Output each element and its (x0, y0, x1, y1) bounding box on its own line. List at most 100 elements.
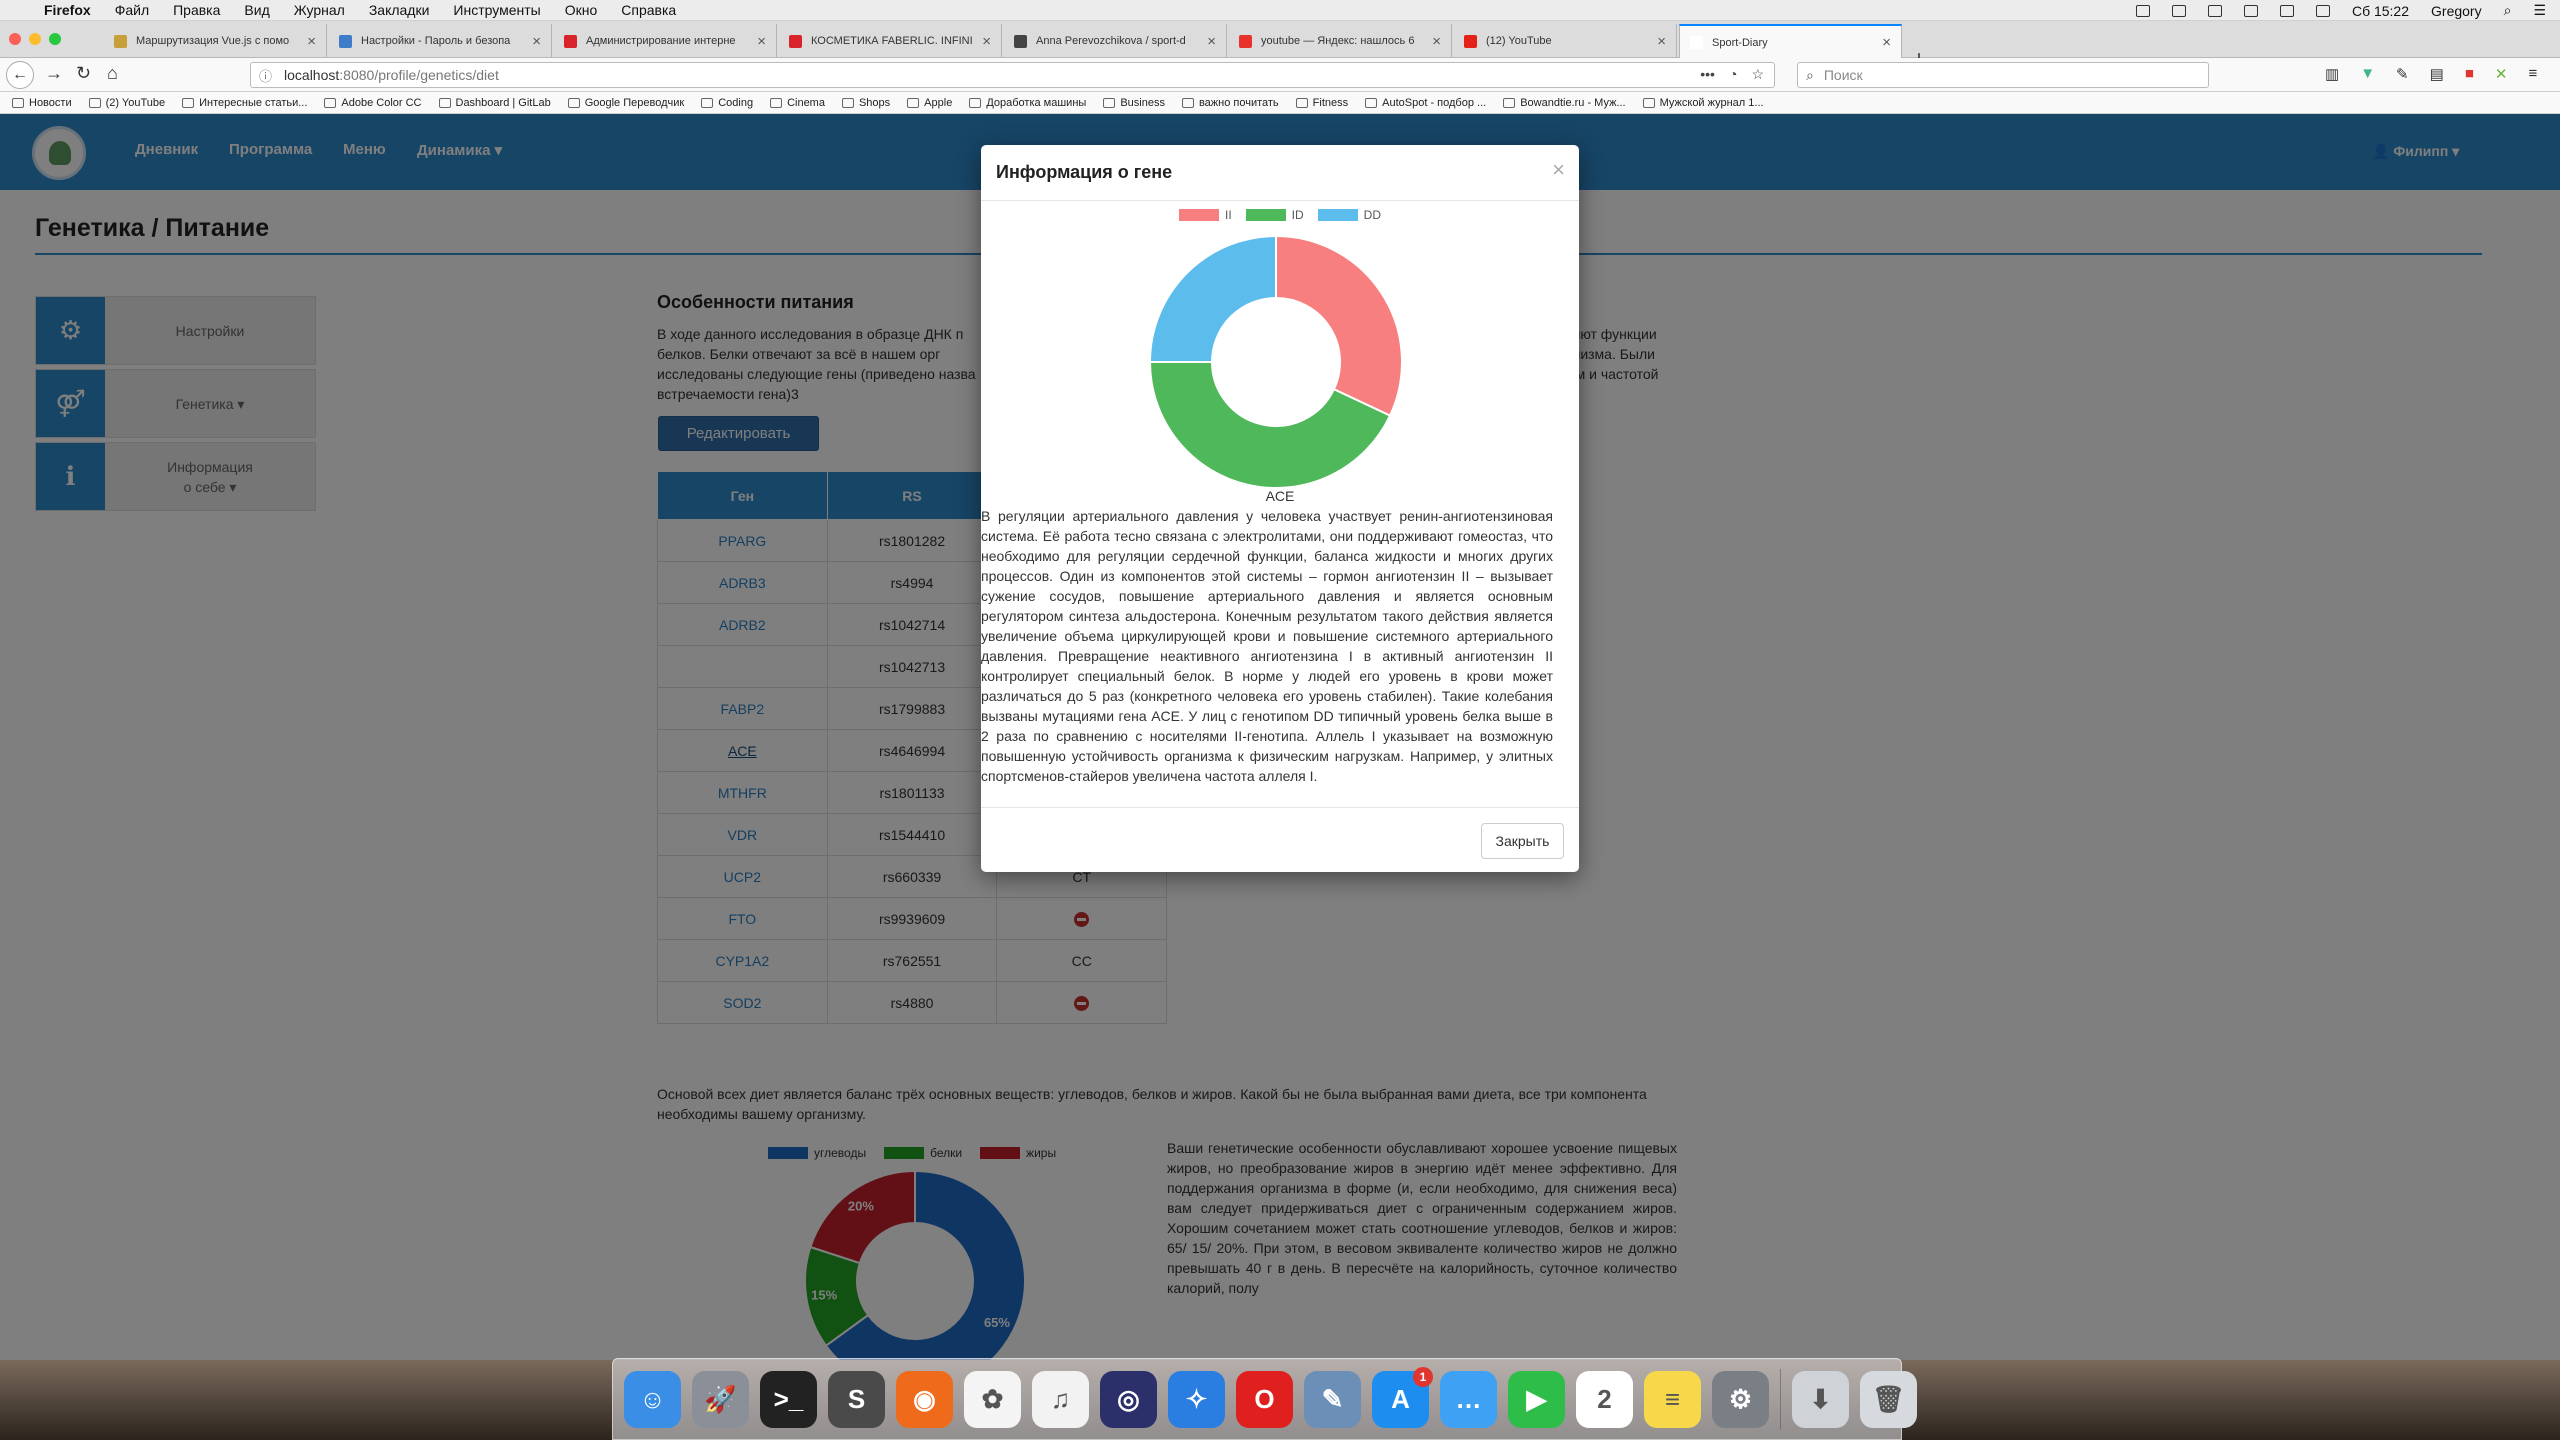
menu-bookmarks[interactable]: Закладки (369, 2, 430, 18)
forward-button[interactable]: → (45, 63, 63, 84)
terminal-icon[interactable]: >_ (760, 1370, 817, 1428)
notification-center-icon[interactable]: ☰ (2533, 2, 2546, 19)
overflow-menu-icon[interactable]: ≡ (2528, 65, 2537, 83)
menubar-clock[interactable]: Сб 15:22 (2352, 3, 2409, 19)
menu-view[interactable]: Вид (244, 2, 269, 18)
bookmark-item[interactable]: Dashboard | GitLab (438, 97, 551, 109)
bookmark-item[interactable]: AutoSpot - подбор ... (1365, 97, 1486, 109)
library-icon[interactable]: ▥ (2325, 65, 2339, 83)
bookmark-item[interactable]: Apple (907, 97, 952, 109)
menu-help[interactable]: Справка (621, 2, 676, 18)
siri-icon[interactable]: ◎ (1100, 1370, 1157, 1428)
battery-icon[interactable] (2315, 4, 2330, 17)
finder-icon[interactable]: ☺ (624, 1370, 681, 1428)
bookmark-item[interactable]: Business (1103, 97, 1165, 109)
messages-icon[interactable]: … (1440, 1370, 1497, 1428)
url-bar[interactable]: ⓘ localhost:8080/profile/genetics/diet •… (250, 62, 1775, 88)
tab-close-icon[interactable]: × (757, 33, 766, 50)
back-button[interactable]: ← (6, 61, 34, 89)
bookmark-item[interactable]: Интересные статьи... (182, 97, 307, 109)
volume-icon[interactable] (2279, 4, 2294, 17)
menu-history[interactable]: Журнал (294, 2, 345, 18)
tab-close-icon[interactable]: × (982, 33, 991, 50)
bookmark-item[interactable]: (2) YouTube (88, 97, 165, 109)
menubar-user[interactable]: Gregory (2431, 3, 2482, 19)
donut-slice-II[interactable] (1275, 234, 1403, 417)
bookmark-item[interactable]: Google Переводчик (567, 97, 684, 109)
folder-icon (1503, 97, 1516, 108)
notes-icon[interactable]: ≡ (1644, 1370, 1701, 1428)
extension-icon[interactable]: ✕ (2495, 65, 2508, 83)
donut-slice-DD[interactable] (1148, 234, 1277, 363)
tab-close-icon[interactable]: × (532, 33, 541, 50)
browser-tab[interactable]: Маршрутизация Vue.js с помо × (104, 24, 327, 58)
bookmark-item[interactable]: Coding (701, 97, 753, 109)
bookmark-item[interactable]: Bowandtie.ru - Муж... (1503, 97, 1626, 109)
vue-devtools-icon[interactable]: ▼ (2360, 65, 2375, 83)
browser-tab[interactable]: (12) YouTube × (1454, 24, 1677, 58)
preview-icon[interactable]: ✎ (1304, 1370, 1361, 1428)
page-actions-icon[interactable]: ••• (1700, 66, 1715, 83)
app-store-icon[interactable]: A1 (1372, 1366, 1433, 1428)
downloads-icon[interactable]: ⬇ (1792, 1370, 1849, 1428)
browser-tab[interactable]: Sport-Diary × (1679, 24, 1902, 59)
browser-tab[interactable]: Anna Perevozchikova / sport-d × (1004, 24, 1227, 58)
launchpad-icon[interactable]: 🚀 (692, 1370, 749, 1428)
legend-item[interactable]: DD (1317, 208, 1381, 222)
bookmark-item[interactable]: Cinema (770, 97, 825, 109)
status-icon[interactable] (2135, 4, 2150, 17)
trash-icon[interactable]: 🗑 (1860, 1370, 1917, 1428)
spotlight-icon[interactable]: ⌕ (2504, 2, 2512, 19)
menu-window[interactable]: Окно (565, 2, 598, 18)
browser-tab[interactable]: Настройки - Пароль и безопа × (329, 24, 552, 58)
status-icon[interactable] (2171, 4, 2186, 17)
sidebar-icon[interactable]: ▤ (2430, 65, 2444, 83)
close-button[interactable]: Закрыть (1481, 823, 1564, 859)
tab-close-icon[interactable]: × (1432, 33, 1441, 50)
close-icon[interactable]: × (1552, 157, 1565, 183)
search-bar[interactable]: ⌕ Поиск (1797, 62, 2209, 88)
sublime-text-icon[interactable]: S (828, 1370, 885, 1428)
music-icon[interactable]: ♫ (1032, 1370, 1089, 1428)
firefox-icon[interactable]: ◉ (896, 1370, 953, 1428)
bookmark-star-icon[interactable]: ☆ (1751, 66, 1764, 83)
bookmark-item[interactable]: Fitness (1295, 97, 1348, 109)
wifi-icon[interactable] (2243, 4, 2258, 17)
bookmark-item[interactable]: Adobe Color CC (324, 97, 422, 109)
tab-close-icon[interactable]: × (1882, 34, 1891, 51)
eyedropper-icon[interactable]: ✎ (2396, 65, 2409, 83)
tab-close-icon[interactable]: × (1207, 33, 1216, 50)
bookmark-item[interactable]: Новости (12, 97, 72, 109)
legend-item[interactable]: ID (1245, 208, 1304, 222)
page-info-icon[interactable]: ⓘ (259, 66, 272, 85)
reload-button[interactable]: ↻ (76, 63, 91, 84)
url-path: :8080/profile/genetics/diet (339, 67, 499, 83)
extension-icon[interactable]: ■ (2465, 65, 2474, 83)
bookmark-item[interactable]: Доработка машины (969, 97, 1086, 109)
window-close-icon[interactable] (9, 33, 21, 45)
bookmark-item[interactable]: Мужской журнал 1... (1642, 97, 1764, 109)
calendar-icon[interactable]: 2 (1576, 1370, 1633, 1428)
photos-icon[interactable]: ✿ (964, 1370, 1021, 1428)
tab-close-icon[interactable]: × (307, 33, 316, 50)
window-zoom-icon[interactable] (49, 33, 61, 45)
bookmark-item[interactable]: Shops (841, 97, 890, 109)
facetime-icon[interactable]: ▶ (1508, 1370, 1565, 1428)
opera-icon[interactable]: O (1236, 1370, 1293, 1428)
home-button[interactable]: ⌂ (107, 63, 118, 84)
system-preferences-icon[interactable]: ⚙ (1712, 1370, 1769, 1428)
menu-tools[interactable]: Инструменты (453, 2, 540, 18)
window-minimize-icon[interactable] (29, 33, 41, 45)
safari-icon[interactable]: ✧ (1168, 1370, 1225, 1428)
pocket-icon[interactable]: ◔ (1729, 66, 1737, 83)
menu-app-name[interactable]: Firefox (44, 2, 91, 18)
menu-file[interactable]: Файл (115, 2, 149, 18)
status-icon[interactable] (2207, 4, 2222, 17)
bookmark-item[interactable]: важно почитать (1181, 97, 1279, 109)
tab-close-icon[interactable]: × (1657, 33, 1666, 50)
browser-tab[interactable]: КОСМЕТИКА FABERLIC. INFINI × (779, 24, 1002, 58)
menu-edit[interactable]: Правка (173, 2, 220, 18)
legend-item[interactable]: II (1178, 208, 1232, 222)
browser-tab[interactable]: youtube — Яндекс: нашлось 6 × (1229, 24, 1452, 58)
browser-tab[interactable]: Администрирование интерне × (554, 24, 777, 58)
